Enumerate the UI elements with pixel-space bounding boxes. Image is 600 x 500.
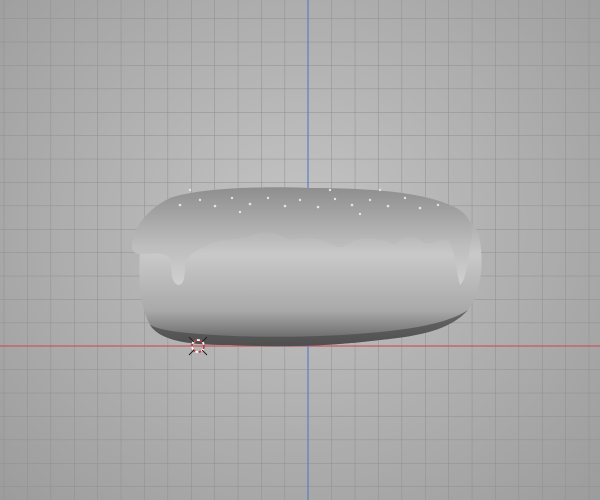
donut-mesh[interactable] <box>131 187 482 347</box>
3d-viewport[interactable] <box>0 0 600 500</box>
viewport-canvas <box>0 0 600 500</box>
